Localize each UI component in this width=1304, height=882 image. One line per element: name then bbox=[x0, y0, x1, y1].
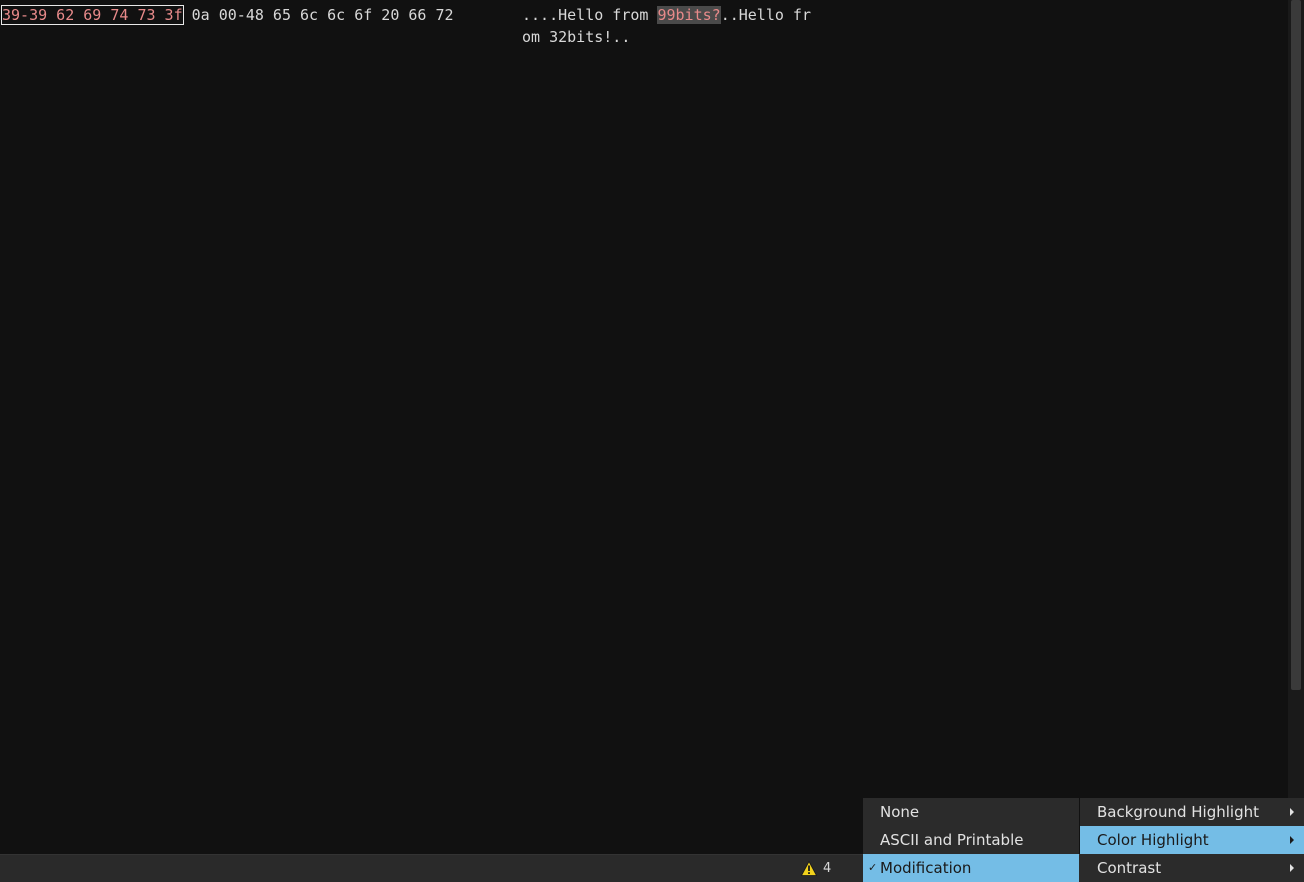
ascii-modified-text[interactable]: 99bits? bbox=[657, 6, 721, 24]
submenu-arrow-icon bbox=[1290, 808, 1294, 816]
menu-item-label: Color Highlight bbox=[1097, 831, 1209, 849]
submenu-arrow-icon bbox=[1290, 836, 1294, 844]
hex-bytes[interactable]: 0a 00-48 65 6c 6c 6f 20 66 72 bbox=[183, 6, 454, 24]
menu-item-ascii-printable[interactable]: ASCII and Printable bbox=[863, 826, 1079, 854]
ascii-row[interactable]: ....Hello from 99bits?..Hello fr bbox=[522, 4, 811, 26]
checkmark-icon: ✓ bbox=[868, 861, 878, 874]
menu-item-none[interactable]: None bbox=[863, 798, 1079, 826]
modified-bytes[interactable]: 39-39 62 69 74 73 3f bbox=[1, 5, 184, 25]
highlight-mode-menu: None ASCII and Printable ✓ Modification bbox=[863, 798, 1079, 882]
ascii-row-wrap[interactable]: om 32bits!.. bbox=[522, 26, 630, 48]
scrollbar-thumb[interactable] bbox=[1291, 0, 1301, 690]
vertical-scrollbar[interactable] bbox=[1288, 0, 1304, 854]
menu-item-label: Modification bbox=[880, 859, 972, 877]
menu-item-label: ASCII and Printable bbox=[880, 831, 1024, 849]
warnings-indicator[interactable]: 4 bbox=[801, 861, 831, 876]
menu-item-label: Background Highlight bbox=[1097, 803, 1259, 821]
highlight-type-menu: Background Highlight Color Highlight Con… bbox=[1080, 798, 1304, 882]
menu-item-color-highlight[interactable]: Color Highlight bbox=[1080, 826, 1304, 854]
ascii-text[interactable]: ....Hello from bbox=[522, 6, 657, 24]
submenu-arrow-icon bbox=[1290, 864, 1294, 872]
hex-row[interactable]: 39-39 62 69 74 73 3f 0a 00-48 65 6c 6c 6… bbox=[1, 4, 454, 26]
hex-editor-window: 39-39 62 69 74 73 3f 0a 00-48 65 6c 6c 6… bbox=[0, 0, 1304, 882]
menu-item-label: Contrast bbox=[1097, 859, 1162, 877]
ascii-text[interactable]: ..Hello fr bbox=[721, 6, 811, 24]
menu-item-background-highlight[interactable]: Background Highlight bbox=[1080, 798, 1304, 826]
warning-icon bbox=[801, 861, 817, 876]
warning-count: 4 bbox=[823, 861, 832, 876]
menu-item-contrast[interactable]: Contrast bbox=[1080, 854, 1304, 882]
hex-view[interactable]: 39-39 62 69 74 73 3f 0a 00-48 65 6c 6c 6… bbox=[0, 0, 1288, 854]
menu-item-modification[interactable]: ✓ Modification bbox=[863, 854, 1079, 882]
menu-item-label: None bbox=[880, 803, 920, 821]
